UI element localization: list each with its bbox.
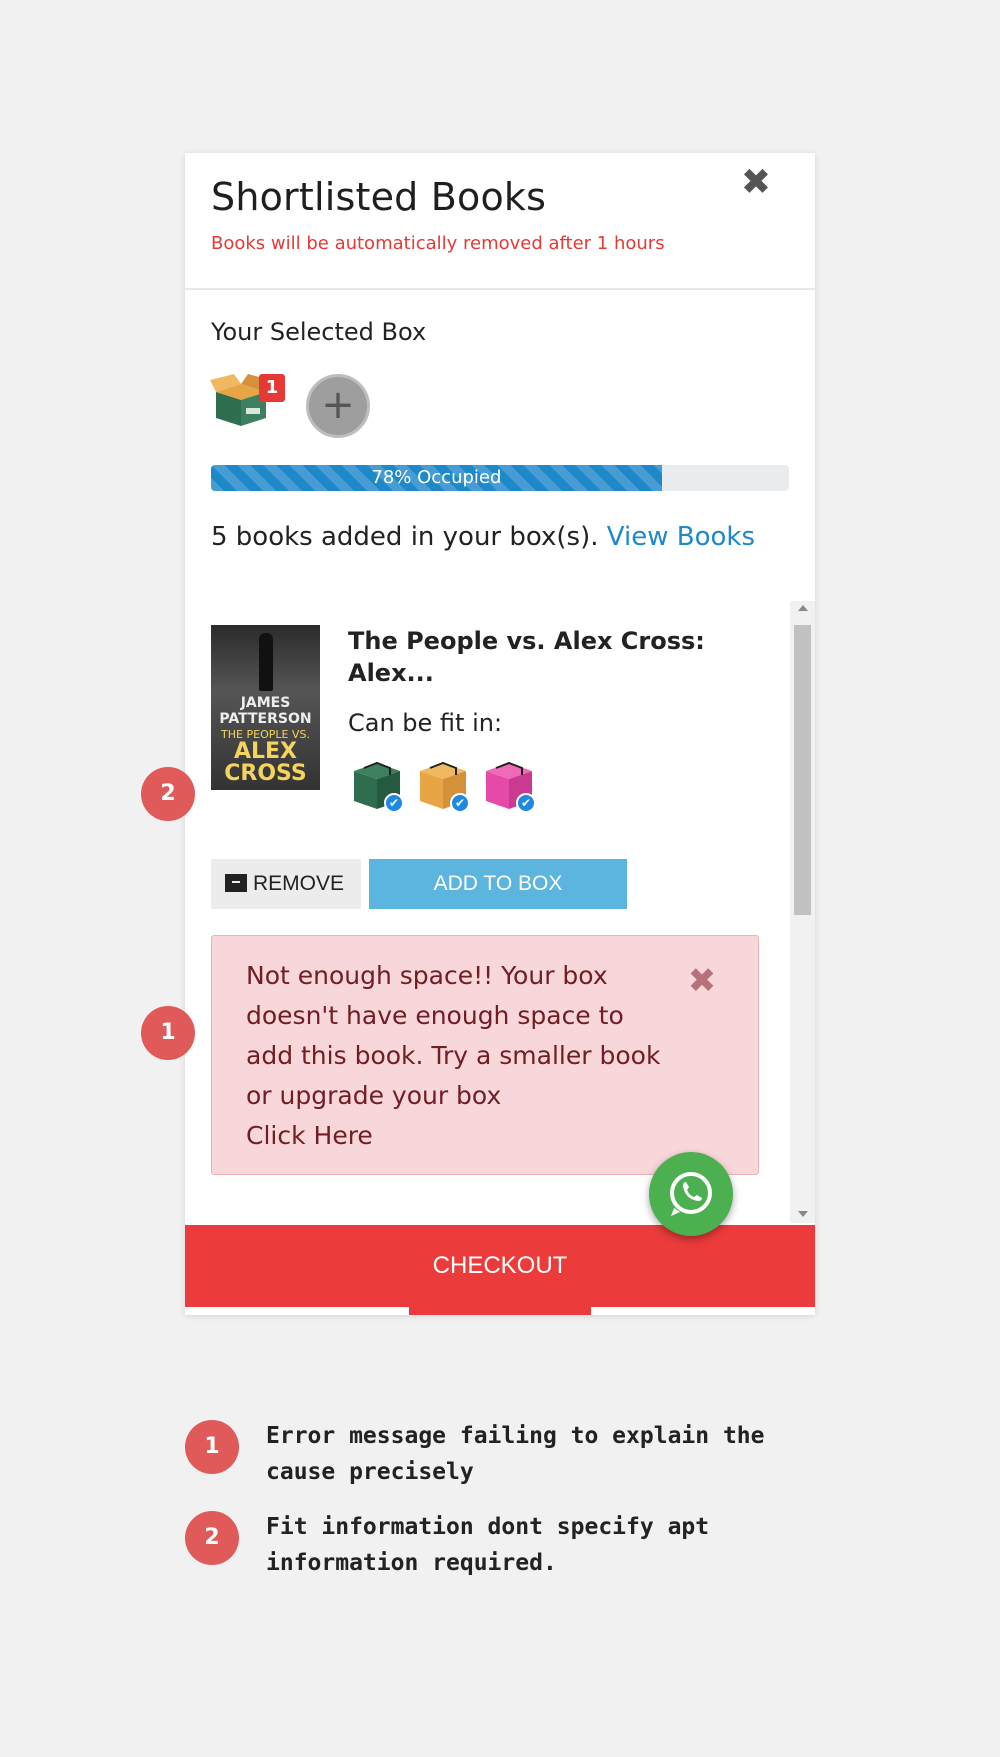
scrollbar-thumb[interactable] [794, 625, 811, 915]
cover-figure [259, 633, 273, 691]
occupancy-progress-bar: 78% Occupied [211, 465, 789, 491]
marker-2: 2 [141, 767, 195, 821]
cover-title: ALEX CROSS [224, 739, 307, 786]
legend-marker-2: 2 [185, 1511, 239, 1565]
remove-button[interactable]: REMOVE [211, 859, 361, 909]
expiry-notice: Books will be automatically removed afte… [211, 233, 665, 254]
legend-marker-1: 1 [185, 1420, 239, 1474]
book-list[interactable]: JAMES PATTERSON THE PEOPLE VS. ALEX CROSS … [185, 601, 815, 1223]
books-added-count: 5 books added in your box(s). [211, 522, 599, 552]
pink-box-icon: ✔ [482, 759, 536, 813]
remove-label: REMOVE [253, 872, 345, 895]
check-icon: ✔ [384, 793, 404, 813]
shortlist-panel: Shortlisted Books Books will be automati… [185, 153, 815, 1315]
progress-label: 78% Occupied [371, 467, 502, 488]
alert-message: Not enough space!! Your box doesn't have… [246, 956, 666, 1156]
books-added-text: 5 books added in your box(s). View Books [211, 522, 755, 552]
archive-icon [225, 874, 247, 892]
panel-header: Shortlisted Books Books will be automati… [185, 153, 815, 290]
orange-box-icon: ✔ [416, 759, 470, 813]
check-icon: ✔ [450, 793, 470, 813]
add-to-box-button[interactable]: ADD TO BOX [369, 859, 627, 909]
whatsapp-icon [670, 1172, 712, 1216]
alert-text: Not enough space!! Your box doesn't have… [246, 961, 661, 1110]
alert-link[interactable]: Click Here [246, 1121, 373, 1150]
cover-author: JAMES PATTERSON [219, 695, 312, 727]
marker-1: 1 [141, 1006, 195, 1060]
selected-box-title: Your Selected Box [211, 318, 427, 346]
checkout-button[interactable]: CHECKOUT [185, 1225, 815, 1307]
checkout-divider [591, 1307, 815, 1315]
alert-close-icon[interactable]: ✖ [682, 961, 722, 1001]
book-title: The People vs. Alex Cross: Alex... [348, 627, 705, 687]
page-title: Shortlisted Books [211, 175, 547, 219]
view-books-link[interactable]: View Books [607, 522, 755, 552]
green-box-icon: ✔ [350, 759, 404, 813]
error-alert: Not enough space!! Your box doesn't have… [211, 935, 759, 1175]
check-icon: ✔ [516, 793, 536, 813]
close-icon[interactable]: ✖ [736, 163, 776, 203]
checkout-divider [185, 1307, 409, 1315]
add-box-button[interactable]: + [306, 374, 370, 438]
checkout-divider [409, 1307, 591, 1315]
box-count-badge: 1 [259, 374, 285, 402]
scroll-down-arrow-icon[interactable] [798, 1211, 808, 1217]
scrollbar[interactable] [790, 601, 815, 1223]
book-cover: JAMES PATTERSON THE PEOPLE VS. ALEX CROSS [211, 625, 320, 790]
legend-note-1: Error message failing to explain the cau… [266, 1423, 765, 1485]
fit-label: Can be fit in: [348, 709, 503, 737]
legend-note-2: Fit information dont specify apt informa… [266, 1514, 710, 1576]
scroll-up-arrow-icon[interactable] [798, 605, 808, 611]
whatsapp-button[interactable] [649, 1152, 733, 1236]
